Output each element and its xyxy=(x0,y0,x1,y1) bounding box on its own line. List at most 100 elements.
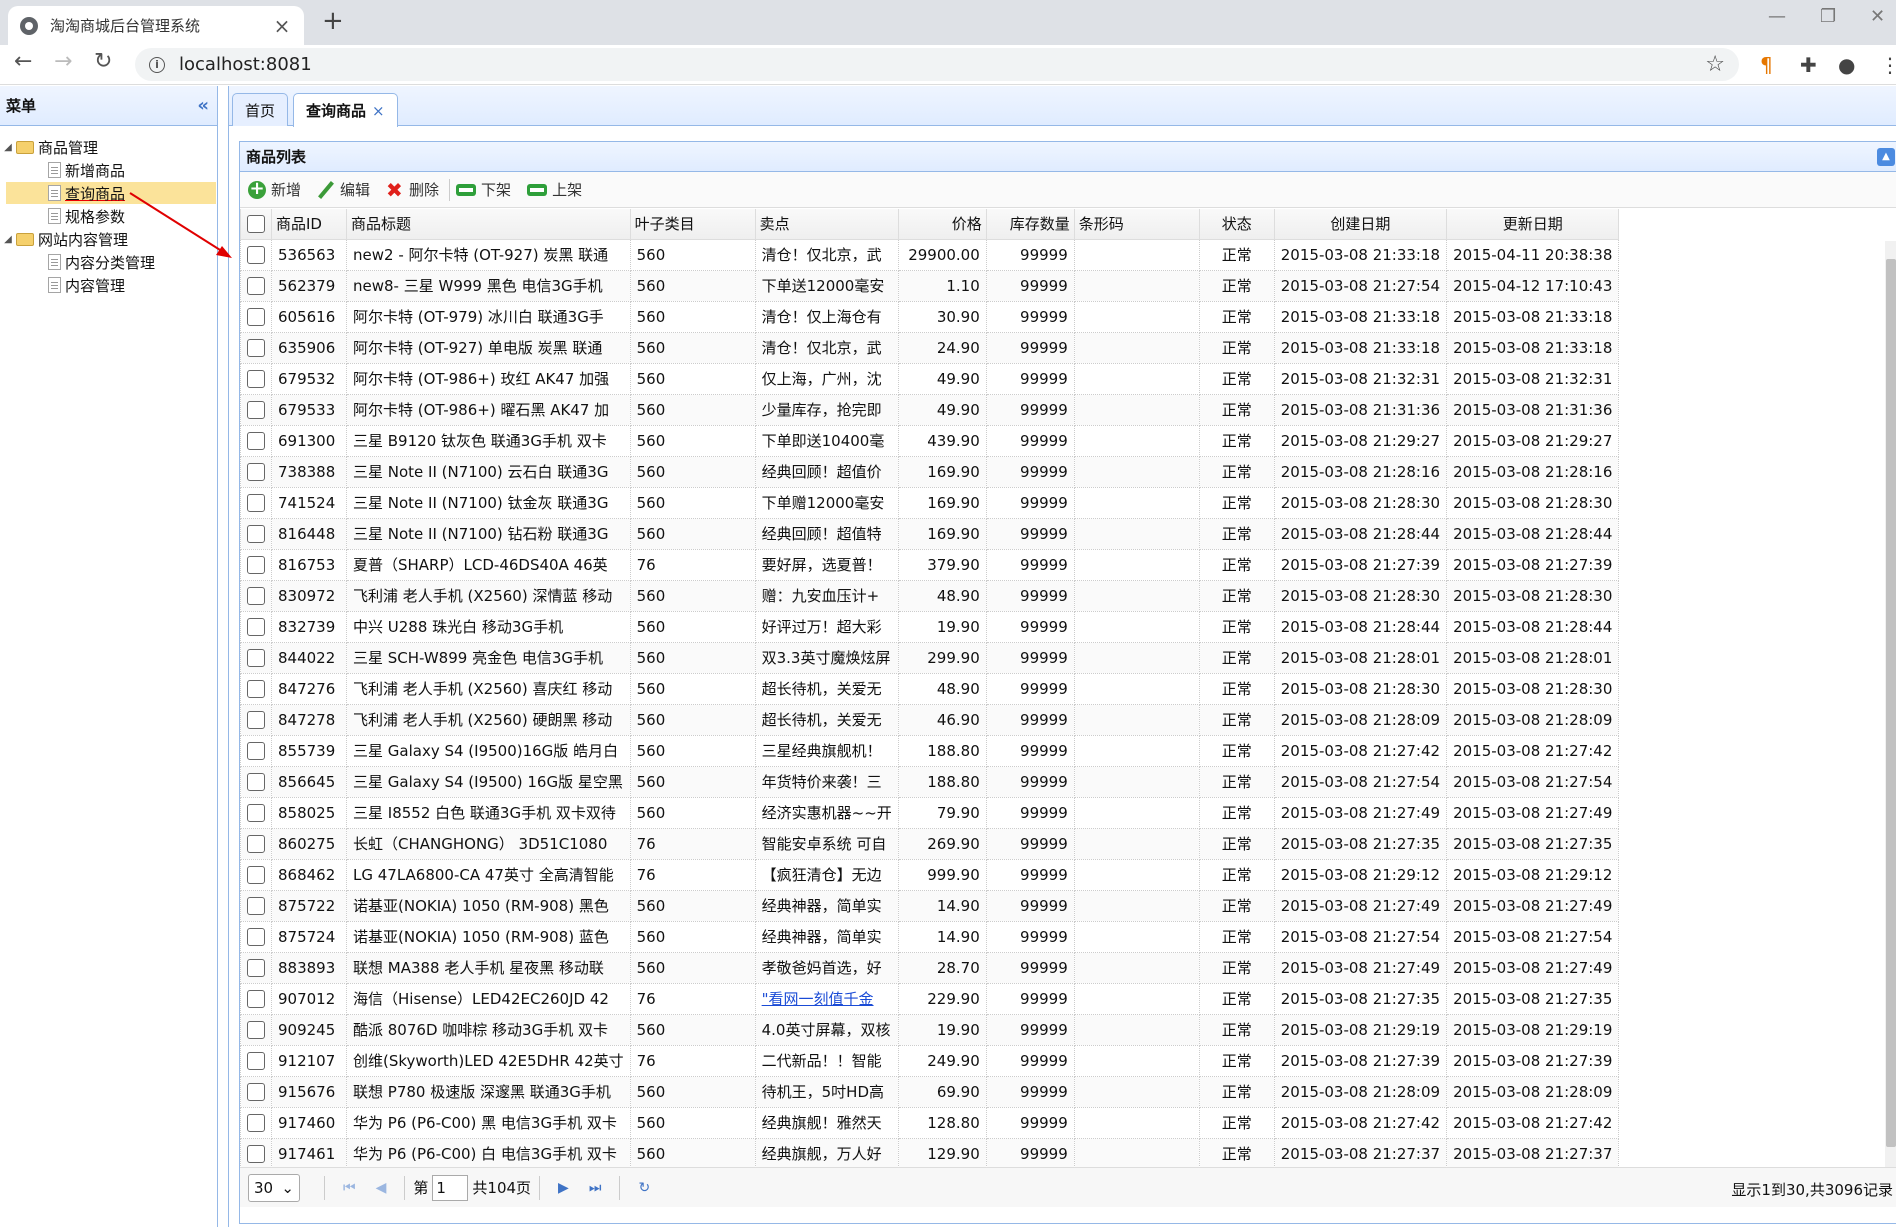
table-row[interactable]: 917461 华为 P6 (P6-C00) 白 电信3G手机 双卡 560 经典旗舰，… xyxy=(240,1137,1620,1167)
add-button[interactable]: 新增 xyxy=(248,178,301,200)
close-window-icon[interactable]: ✕ xyxy=(1870,6,1885,27)
row-checkbox-cell[interactable] xyxy=(240,641,272,674)
puzzle-icon[interactable]: ✚ xyxy=(1800,53,1817,77)
row-checkbox[interactable] xyxy=(247,1051,265,1070)
row-checkbox-cell[interactable] xyxy=(240,486,272,519)
table-row[interactable]: 562379 new8- 三星 W999 黑色 电信3G手机 560 下单送12000… xyxy=(240,269,1620,302)
column-header[interactable]: 价格 xyxy=(897,209,987,240)
row-checkbox-cell[interactable] xyxy=(240,982,272,1015)
row-checkbox-cell[interactable] xyxy=(240,455,272,488)
row-checkbox[interactable] xyxy=(247,896,265,915)
row-checkbox-cell[interactable] xyxy=(240,827,272,860)
row-checkbox-cell[interactable] xyxy=(240,765,272,798)
bookmark-star-icon[interactable]: ☆ xyxy=(1705,52,1725,77)
expand-arrow-icon[interactable]: ◢ xyxy=(0,142,16,153)
address-bar[interactable]: i localhost:8081 ☆ xyxy=(135,48,1739,81)
table-row[interactable]: 605616 阿尔卡特 (OT-979) 冰川白 联通3G手 560 清仓！仅上海仓有… xyxy=(240,300,1620,333)
table-row[interactable]: 635906 阿尔卡特 (OT-927) 单电版 炭黑 联通 560 清仓！仅北京，武… xyxy=(240,331,1620,364)
table-row[interactable]: 917460 华为 P6 (P6-C00) 黑 电信3G手机 双卡 560 经典旗舰！… xyxy=(240,1106,1620,1139)
row-checkbox-cell[interactable] xyxy=(240,672,272,705)
row-checkbox[interactable] xyxy=(247,865,265,884)
row-checkbox[interactable] xyxy=(247,834,265,853)
table-row[interactable]: 816448 三星 Note II (N7100) 钻石粉 联通3G 560 经典回顾… xyxy=(240,517,1620,550)
table-row[interactable]: 912107 创维(Skyworth)LED 42E5DHR 42英寸 76 二代新品… xyxy=(240,1044,1620,1077)
table-row[interactable]: 847276 飞利浦 老人手机 (X2560) 喜庆红 移动 560 超长待机，关爱无… xyxy=(240,672,1620,705)
table-row[interactable]: 915676 联想 P780 极速版 深邃黑 联通3G手机 560 待机王，5吋HD高… xyxy=(240,1075,1620,1108)
row-checkbox-cell[interactable] xyxy=(240,517,272,550)
tree-item-content-manage[interactable]: 内容管理 xyxy=(0,274,217,296)
table-row[interactable]: 858025 三星 I8552 白色 联通3G手机 双卡双待 560 经济实惠机器~~… xyxy=(240,796,1620,829)
row-checkbox[interactable] xyxy=(247,400,265,419)
first-page-icon[interactable]: ⏮ xyxy=(343,1180,356,1196)
row-checkbox[interactable] xyxy=(247,462,265,481)
close-tab-icon[interactable]: × xyxy=(272,14,292,38)
tree-group-content[interactable]: ◢ 网站内容管理 xyxy=(0,228,217,250)
row-checkbox-cell[interactable] xyxy=(240,703,272,736)
minimize-icon[interactable]: — xyxy=(1768,6,1786,27)
row-checkbox-cell[interactable] xyxy=(240,889,272,922)
table-row[interactable]: 536563 new2 - 阿尔卡特 (OT-927) 炭黑 联通 560 清仓！仅北… xyxy=(240,238,1620,271)
row-checkbox[interactable] xyxy=(247,803,265,822)
row-checkbox-cell[interactable] xyxy=(240,1137,272,1167)
page-size-select[interactable]: 30 ⌄ xyxy=(248,1173,300,1202)
info-icon[interactable]: i xyxy=(149,56,165,73)
row-checkbox-cell[interactable] xyxy=(240,362,272,395)
row-checkbox[interactable] xyxy=(247,369,265,388)
table-row[interactable]: 844022 三星 SCH-W899 亮金色 电信3G手机 560 双3.3英寸魔焕炫… xyxy=(240,641,1620,674)
column-header[interactable]: 商品ID xyxy=(271,209,347,240)
table-row[interactable]: 738388 三星 Note II (N7100) 云石白 联通3G 560 经典回顾… xyxy=(240,455,1620,488)
table-row[interactable]: 830972 飞利浦 老人手机 (X2560) 深情蓝 移动 560 赠：九安血压计+… xyxy=(240,579,1620,612)
row-checkbox[interactable] xyxy=(247,276,265,295)
tree-item-query-goods[interactable]: 查询商品 xyxy=(6,182,216,204)
tab-home[interactable]: 首页 xyxy=(232,93,289,126)
row-checkbox[interactable] xyxy=(247,927,265,946)
row-checkbox[interactable] xyxy=(247,245,265,264)
row-checkbox-cell[interactable] xyxy=(240,858,272,891)
row-checkbox[interactable] xyxy=(247,307,265,326)
forward-icon[interactable]: → xyxy=(54,49,72,74)
panel-collapse-icon[interactable]: ▲ xyxy=(1877,148,1895,166)
table-row[interactable]: 679533 阿尔卡特 (OT-986+) 曜石黑 AK47 加 560 少量库存，抢… xyxy=(240,393,1620,426)
tree-item-add-goods[interactable]: 新增商品 xyxy=(0,159,217,181)
table-row[interactable]: 868462 LG 47LA6800-CA 47英寸 全高清智能 76 【疯狂清仓】无… xyxy=(240,858,1620,891)
row-checkbox[interactable] xyxy=(247,1082,265,1101)
collapse-icon[interactable]: « xyxy=(197,95,209,116)
row-checkbox-cell[interactable] xyxy=(240,331,272,364)
table-row[interactable]: 832739 中兴 U288 珠光白 移动3G手机 560 好评过万！超大彩 19.90… xyxy=(240,610,1620,643)
row-checkbox[interactable] xyxy=(247,679,265,698)
table-row[interactable]: 741524 三星 Note II (N7100) 钛金灰 联通3G 560 下单赠1… xyxy=(240,486,1620,519)
page-number-input[interactable]: 1 xyxy=(432,1174,469,1201)
offshelf-button[interactable]: 下架 xyxy=(456,179,511,200)
row-checkbox[interactable] xyxy=(247,958,265,977)
column-header[interactable]: 商品标题 xyxy=(346,209,631,240)
row-checkbox-cell[interactable] xyxy=(240,424,272,457)
row-checkbox[interactable] xyxy=(247,710,265,729)
scrollbar-thumb[interactable] xyxy=(1886,259,1896,1147)
row-checkbox-cell[interactable] xyxy=(240,1044,272,1077)
row-checkbox-cell[interactable] xyxy=(240,1106,272,1139)
row-checkbox[interactable] xyxy=(247,493,265,512)
maximize-icon[interactable]: ❐ xyxy=(1820,6,1836,27)
next-page-icon[interactable]: ▶ xyxy=(558,1180,569,1196)
row-checkbox[interactable] xyxy=(247,989,265,1008)
refresh-icon[interactable]: ↻ xyxy=(638,1180,650,1196)
row-checkbox[interactable] xyxy=(247,524,265,543)
tree-item-spec-params[interactable]: 规格参数 xyxy=(0,205,217,227)
last-page-icon[interactable]: ⏭ xyxy=(589,1180,602,1196)
new-tab-button[interactable]: + xyxy=(322,6,344,36)
table-row[interactable]: 907012 海信（Hisense）LED42EC260JD 42 76 "看网一刻值… xyxy=(240,982,1620,1015)
table-row[interactable]: 856645 三星 Galaxy S4 (I9500) 16G版 星空黑 560 年货… xyxy=(240,765,1620,798)
onshelf-button[interactable]: 上架 xyxy=(527,179,582,200)
edit-button[interactable]: 编辑 xyxy=(317,179,370,200)
table-row[interactable]: 679532 阿尔卡特 (OT-986+) 玫红 AK47 加强 560 仅上海，广州… xyxy=(240,362,1620,395)
column-header[interactable]: 状态 xyxy=(1198,209,1275,240)
row-checkbox-cell[interactable] xyxy=(240,269,272,302)
row-checkbox[interactable] xyxy=(247,772,265,791)
table-row[interactable]: 875722 诺基亚(NOKIA) 1050 (RM-908) 黑色 560 经典神器… xyxy=(240,889,1620,922)
column-header[interactable]: 库存数量 xyxy=(985,209,1075,240)
table-row[interactable]: 691300 三星 B9120 钛灰色 联通3G手机 双卡 560 下单即送10400… xyxy=(240,424,1620,457)
close-tab-icon[interactable]: × xyxy=(372,102,385,120)
row-checkbox[interactable] xyxy=(247,1020,265,1039)
row-checkbox-cell[interactable] xyxy=(240,920,272,953)
row-checkbox-cell[interactable] xyxy=(240,579,272,612)
